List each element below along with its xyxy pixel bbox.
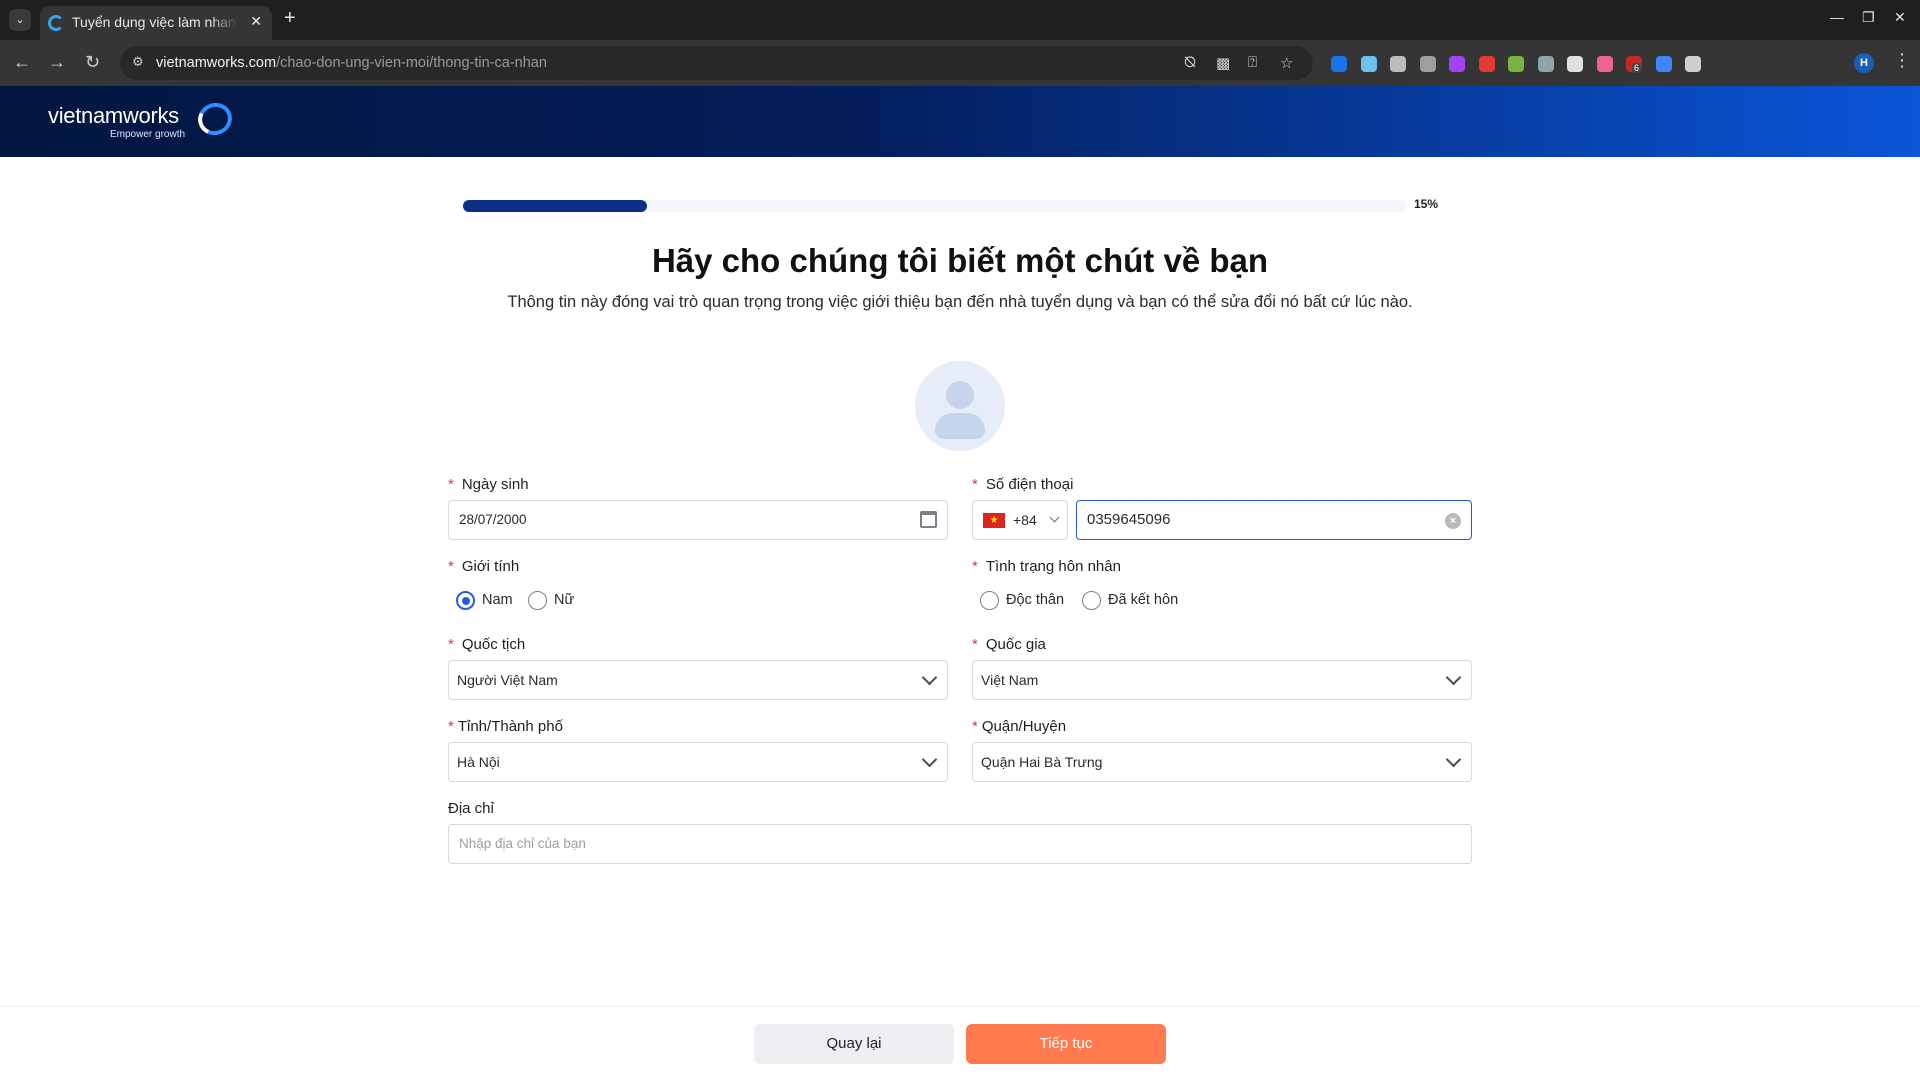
marital-label: * Tình trạng hôn nhân [972, 558, 1121, 575]
address-label: Địa chỉ [448, 800, 494, 817]
gender-option-label: Nam [482, 592, 513, 608]
close-window-icon[interactable]: ✕ [1894, 9, 1906, 26]
page-title: Hãy cho chúng tôi biết một chút về bạn [651, 242, 1269, 279]
back-button[interactable]: Quay lại [754, 1024, 954, 1064]
extension-icon[interactable] [1596, 56, 1613, 72]
calendar-icon[interactable] [920, 511, 937, 528]
nationality-select[interactable]: Người Việt Nam [448, 660, 948, 700]
page-subtitle: Thông tin này đóng vai trò quan trọng tr… [507, 293, 1413, 311]
nationality-label: * Quốc tịch [448, 636, 526, 653]
avatar-upload[interactable] [915, 361, 1005, 451]
extension-icon[interactable]: 6 [1626, 56, 1642, 73]
extension-icon[interactable] [1655, 56, 1672, 72]
chevron-down-icon [1445, 751, 1462, 768]
district-value: Quận Hai Bà Trưng [981, 754, 1103, 770]
extension-icon[interactable] [1478, 56, 1495, 72]
profile-avatar[interactable]: H [1854, 53, 1874, 73]
logo-tagline: Empower growth [110, 129, 186, 140]
gender-label: * Giới tính [448, 558, 520, 575]
bookmark-star-icon[interactable]: ☆ [1280, 54, 1293, 72]
province-value: Hà Nội [457, 754, 500, 770]
restore-icon[interactable]: ❐ [1862, 9, 1875, 26]
extension-icon[interactable] [1419, 56, 1436, 72]
phone-label: * Số điện thoại [972, 476, 1074, 493]
address-field[interactable]: Nhập địa chỉ của bạn [448, 824, 1472, 864]
chevron-down-icon [1445, 669, 1462, 686]
continue-button[interactable]: Tiếp tục [966, 1024, 1166, 1064]
logo-text: vietnamworks [48, 103, 179, 128]
district-select[interactable]: Quận Hai Bà Trưng [972, 742, 1472, 782]
gender-radio-group: Nam Nữ [456, 590, 656, 612]
nationality-value: Người Việt Nam [457, 672, 558, 688]
extension-icon[interactable] [1331, 56, 1347, 72]
province-label: * Tỉnh/Thành phố [448, 718, 563, 735]
radio-checked-icon[interactable] [456, 591, 475, 610]
progress-fill [463, 200, 648, 212]
dob-value: 28/07/2000 [459, 512, 527, 527]
browser-menu-icon[interactable]: ⋮ [1893, 50, 1911, 70]
chevron-down-icon [921, 751, 938, 768]
marital-radio-group: Độc thân Đã kết hôn [980, 590, 1220, 612]
site-header: vietnamworks Empower growth [0, 86, 1920, 157]
country-code-value: +84 [1013, 512, 1037, 528]
country-label: * Quốc gia [972, 636, 1046, 653]
marital-option-label: Đã kết hôn [1108, 592, 1179, 608]
browser-tabbar: ⌄ Tuyển dụng việc làm nhanh ✕ + — ❐ ✕ [0, 0, 1920, 40]
gender-option-label: Nữ [554, 592, 575, 608]
clear-icon[interactable]: × [1445, 513, 1461, 529]
phone-value: 0359645096 [1087, 511, 1171, 528]
extension-icon[interactable] [1508, 56, 1524, 72]
extension-icon[interactable] [1360, 56, 1377, 72]
close-tab-icon[interactable]: ✕ [250, 13, 262, 30]
country-code-select[interactable]: ★ +84 [972, 500, 1068, 540]
back-arrow-icon[interactable]: ← [13, 52, 31, 72]
tracking-blocked-icon[interactable]: ⦰ [1184, 54, 1196, 71]
address-bar[interactable]: ⚙ vietnamworks.com/chao-don-ung-vien-moi… [120, 46, 1313, 80]
vietnam-flag-icon: ★ [983, 513, 1005, 528]
url-text: vietnamworks.com/chao-don-ung-vien-moi/t… [156, 55, 547, 71]
extension-badge: 6 [1632, 63, 1642, 73]
tab-title: Tuyển dụng việc làm nhanh [72, 14, 238, 30]
footer-bar [0, 1006, 1920, 1080]
marital-option-label: Độc thân [1006, 592, 1065, 608]
radio-unchecked-icon[interactable] [528, 591, 547, 610]
browser-tab[interactable]: Tuyển dụng việc làm nhanh ✕ [40, 6, 272, 40]
forward-arrow-icon[interactable]: → [48, 52, 66, 72]
progress-bar [463, 200, 1407, 212]
dob-field[interactable]: 28/07/2000 [448, 500, 948, 540]
radio-unchecked-icon[interactable] [980, 591, 999, 610]
vietnamworks-logo[interactable]: vietnamworks Empower growth [48, 98, 237, 140]
extension-icon[interactable] [1567, 56, 1583, 72]
progress-percent: 15% [1414, 197, 1439, 211]
extension-icon[interactable] [1390, 56, 1406, 72]
site-info-icon[interactable]: ⚙ [132, 55, 148, 69]
translate-icon[interactable]: ⍰ [1248, 54, 1257, 71]
province-select[interactable]: Hà Nội [448, 742, 948, 782]
logo-swirl-icon [193, 98, 237, 140]
dob-label: * Ngày sinh [448, 476, 529, 493]
extension-icon[interactable] [1537, 56, 1554, 72]
radio-unchecked-icon[interactable] [1082, 591, 1101, 610]
new-tab-icon[interactable]: + [284, 7, 296, 30]
district-label: * Quận/Huyện [972, 718, 1067, 735]
phone-field[interactable]: 0359645096 × [1076, 500, 1472, 540]
reload-icon[interactable]: ↻ [85, 52, 100, 72]
minimize-icon[interactable]: — [1830, 9, 1844, 25]
vietnamworks-favicon-icon [48, 15, 64, 31]
country-select[interactable]: Việt Nam [972, 660, 1472, 700]
browser-toolbar: ← → ↻ ⚙ vietnamworks.com/chao-don-ung-vi… [0, 40, 1920, 86]
chevron-down-icon [921, 669, 938, 686]
user-body-icon [935, 413, 985, 439]
country-value: Việt Nam [981, 672, 1039, 688]
user-head-icon [946, 381, 974, 409]
extension-icon[interactable] [1685, 56, 1701, 72]
install-app-icon[interactable]: ▩ [1216, 54, 1230, 72]
chevron-down-icon [1049, 512, 1060, 523]
address-placeholder: Nhập địa chỉ của bạn [459, 836, 586, 851]
tab-search-chevron-icon[interactable]: ⌄ [9, 9, 31, 31]
extension-icon[interactable] [1449, 56, 1465, 72]
